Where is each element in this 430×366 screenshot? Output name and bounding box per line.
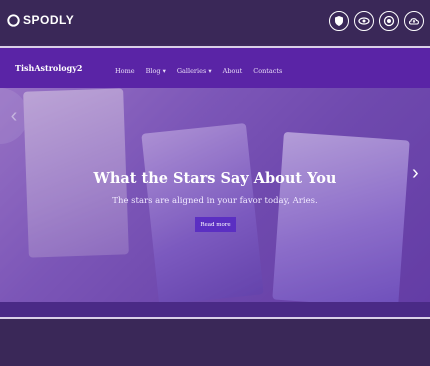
site-brand[interactable]: TishAstrology2 — [15, 63, 82, 73]
nav-item-contacts[interactable]: Contacts — [253, 67, 282, 75]
spodly-logo[interactable]: SPODLY — [7, 13, 74, 27]
shield-icon[interactable] — [329, 11, 349, 31]
nav-item-blog[interactable]: Blog ▾ — [146, 67, 166, 75]
logo-text: SPODLY — [23, 13, 75, 27]
nav-item-galleries[interactable]: Galleries ▾ — [177, 67, 212, 75]
hero-subtitle: The stars are aligned in your favor toda… — [112, 196, 318, 206]
spodly-topbar: SPODLY — [0, 0, 430, 44]
site-navbar: TishAstrology2 Home Blog ▾ Galleries ▾ A… — [0, 48, 430, 88]
nav-item-home[interactable]: Home — [115, 67, 135, 75]
spodly-logo-icon — [7, 13, 20, 27]
eye-icon[interactable] — [354, 11, 374, 31]
nav-item-about[interactable]: About — [223, 67, 243, 75]
hero-slider[interactable]: What the Stars Say About You The stars a… — [0, 88, 430, 302]
spodly-bottom-bar — [0, 319, 430, 366]
hero-title: What the Stars Say About You — [93, 170, 337, 187]
slider-next-arrow[interactable]: › — [412, 163, 419, 183]
footer-strip — [0, 302, 430, 317]
badge-icon[interactable] — [379, 11, 399, 31]
hero-overlay — [0, 88, 430, 302]
read-more-button[interactable]: Read more — [195, 217, 236, 232]
cloud-upload-icon[interactable] — [404, 11, 424, 31]
nav-menu: Home Blog ▾ Galleries ▾ About Contacts — [115, 67, 282, 75]
